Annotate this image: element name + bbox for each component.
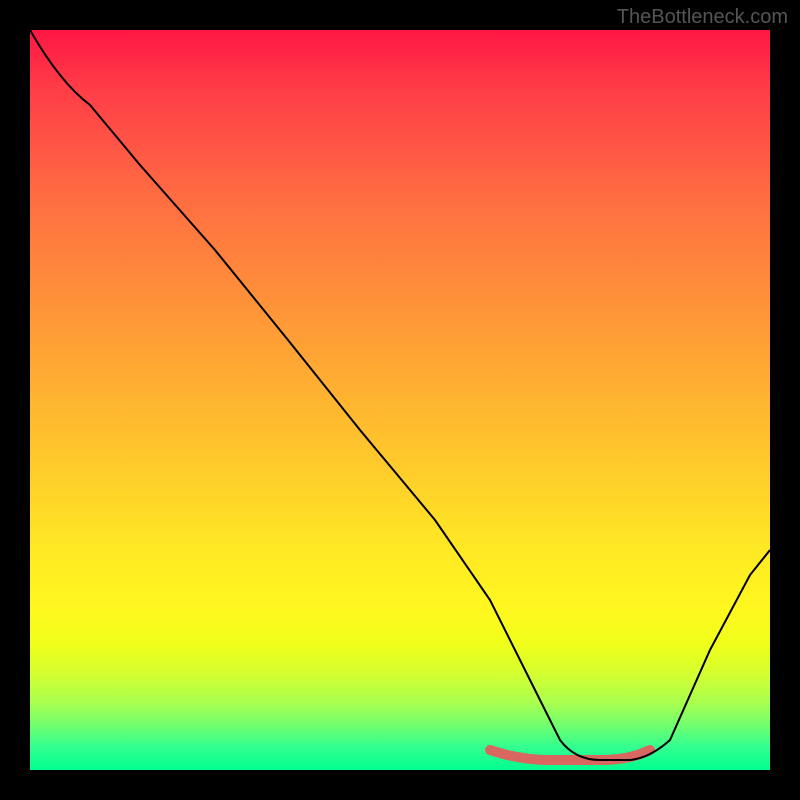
bottleneck-curve-line: [30, 30, 770, 760]
chart-svg: [30, 30, 770, 770]
watermark-text: TheBottleneck.com: [617, 6, 788, 29]
chart-plot-area: [30, 30, 770, 770]
